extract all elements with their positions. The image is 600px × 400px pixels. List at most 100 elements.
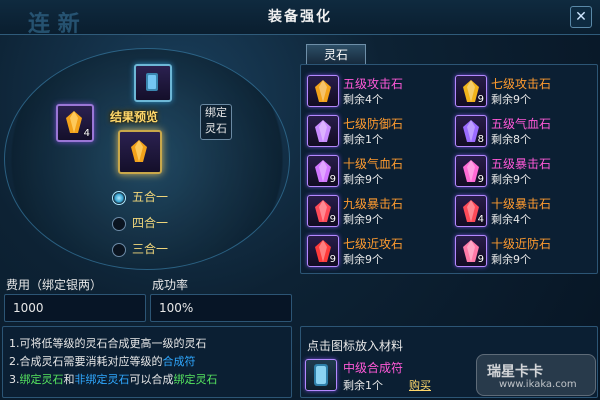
item-name: 七级近攻石 [343, 237, 404, 251]
item-remain: 剩余9个 [491, 253, 531, 266]
material-slot-top[interactable] [134, 64, 172, 102]
purple-gem-icon [315, 160, 331, 182]
list-item[interactable]: 9 七级攻击石 剩余9个 [453, 73, 593, 109]
buy-link[interactable]: 购买 [409, 377, 431, 393]
item-slot[interactable]: 9 [455, 155, 487, 187]
list-item[interactable]: 9 十级近防石剩余9个 [453, 233, 593, 269]
enhance-window: 连 新 装备强化 ✕ 4 结果预览 绑定 灵石 五合一 四合一 三合一 费用（绑… [0, 0, 600, 400]
tab-spirit-stone[interactable]: 灵石 [306, 44, 366, 65]
list-item[interactable]: 五级攻击石 剩余4个 [305, 73, 445, 109]
list-item[interactable]: 9 五级暴击石剩余9个 [453, 153, 593, 189]
list-item[interactable]: 9 十级气血石剩余9个 [305, 153, 445, 189]
info-line-3: 3.绑定灵石和非绑定灵石可以合成绑定灵石 [9, 371, 218, 387]
gold-gem-icon [463, 80, 479, 102]
success-rate-label: 成功率 [152, 278, 189, 292]
logo-line-1: 瑞星卡卡 [487, 364, 543, 380]
slot-count: 4 [83, 128, 90, 139]
result-preview-slot [118, 130, 162, 174]
item-count: 8 [477, 134, 484, 145]
list-item[interactable]: 8 五级气血石剩余8个 [453, 113, 593, 149]
gold-gem-icon [131, 140, 147, 162]
item-slot[interactable]: 9 [307, 155, 339, 187]
item-slot[interactable]: 9 [307, 235, 339, 267]
list-item[interactable]: 9 七级近攻石剩余9个 [305, 233, 445, 269]
item-remain: 剩余8个 [491, 133, 531, 146]
radio-dot [112, 190, 126, 205]
item-count: 9 [329, 254, 336, 265]
pink-gem-icon [463, 160, 479, 182]
info-line-2-highlight: 合成符 [162, 355, 196, 368]
spirit-stone-list: 五级攻击石 剩余4个 9 七级攻击石 剩余9个 七级防御石 剩余1个 8 五级气血石 剩余8个 9 十… [300, 64, 598, 274]
success-rate-value: 100% [159, 301, 194, 315]
option-label: 五合一 [132, 190, 169, 204]
list-item[interactable]: 4 十级暴击石 剩余4个 [453, 193, 593, 229]
item-name: 九级暴击石 [343, 197, 404, 211]
item-count: 9 [329, 214, 336, 225]
list-item[interactable]: 七级防御石 剩余1个 [305, 113, 445, 149]
purple-crystal-icon [463, 120, 479, 142]
info-line-3-d: 非绑定灵石 [74, 373, 130, 386]
item-count: 9 [329, 174, 336, 185]
red-green-gem-icon [315, 240, 331, 262]
item-slot[interactable]: 9 [307, 195, 339, 227]
item-remain: 剩余9个 [343, 213, 383, 226]
list-item[interactable]: 9 九级暴击石剩余9个 [305, 193, 445, 229]
info-line-1: 1.可将低等级的灵石合成更高一级的灵石 [9, 337, 207, 350]
info-line-3-b: 绑定灵石 [19, 373, 64, 386]
material-name: 中级合成符 [343, 361, 404, 375]
material-remain: 剩余1个 [343, 379, 383, 392]
red-gem-icon [463, 200, 479, 222]
item-name: 五级暴击石 [491, 157, 552, 171]
item-count: 9 [477, 254, 484, 265]
item-remain: 剩余9个 [343, 253, 383, 266]
item-remain: 剩余9个 [491, 93, 531, 106]
gold-gem-icon [66, 111, 82, 133]
material-slot-left[interactable]: 4 [56, 104, 94, 142]
pink-crystal-icon [463, 240, 479, 262]
item-name: 十级暴击石 [491, 197, 552, 211]
success-rate-field: 100% [150, 294, 292, 322]
material-scroll-slot[interactable] [305, 359, 337, 391]
item-remain: 剩余1个 [343, 133, 383, 146]
info-box: 1.可将低等级的灵石合成更高一级的灵石 2.合成灵石需要消耗对应等级的合成符 3… [2, 326, 292, 398]
info-line-3-f: 绑定灵石 [173, 373, 218, 386]
preview-label: 结果预览 [110, 110, 159, 124]
purple-crystal-icon [315, 120, 331, 142]
logo-line-2: www.ikaka.com [499, 379, 577, 390]
item-name: 五级气血石 [491, 117, 552, 131]
window-title: 装备强化 [268, 9, 332, 25]
option-label: 四合一 [132, 216, 169, 230]
option-three-in-one[interactable]: 三合一 [112, 240, 232, 258]
title-bar: 连 新 装备强化 ✕ [0, 0, 600, 37]
item-remain: 剩余4个 [343, 93, 383, 106]
gold-gem-icon [315, 80, 331, 102]
cost-value: 1000 [13, 301, 44, 315]
item-slot[interactable]: 8 [455, 115, 487, 147]
info-line-2: 2.合成灵石需要消耗对应等级的合成符 [9, 353, 196, 369]
item-remain: 剩余9个 [491, 173, 531, 186]
item-slot[interactable] [307, 115, 339, 147]
item-count: 9 [477, 94, 484, 105]
info-line-3-a: 3. [9, 373, 20, 386]
scroll-icon [314, 364, 328, 386]
scroll-icon [146, 73, 158, 91]
watermark-logo: 瑞星卡卡 www.ikaka.com [476, 354, 596, 396]
item-slot[interactable]: 9 [455, 235, 487, 267]
item-name: 十级气血石 [343, 157, 404, 171]
tabs: 灵石 [300, 44, 596, 65]
option-label: 三合一 [132, 242, 169, 256]
materials-hint: 点击图标放入材料 [307, 339, 404, 353]
option-four-in-one[interactable]: 四合一 [112, 214, 232, 232]
info-line-2-text: 2.合成灵石需要消耗对应等级的 [9, 355, 163, 368]
item-slot[interactable]: 4 [455, 195, 487, 227]
bind-stone-button[interactable]: 绑定 灵石 [200, 104, 232, 140]
item-name: 十级近防石 [491, 237, 552, 251]
close-icon[interactable]: ✕ [570, 6, 592, 28]
cost-field: 1000 [4, 294, 146, 322]
item-count: 9 [477, 174, 484, 185]
item-slot[interactable] [307, 75, 339, 107]
item-slot[interactable]: 9 [455, 75, 487, 107]
option-five-in-one[interactable]: 五合一 [112, 188, 232, 206]
radio-dot [112, 242, 126, 257]
item-remain: 剩余9个 [343, 173, 383, 186]
